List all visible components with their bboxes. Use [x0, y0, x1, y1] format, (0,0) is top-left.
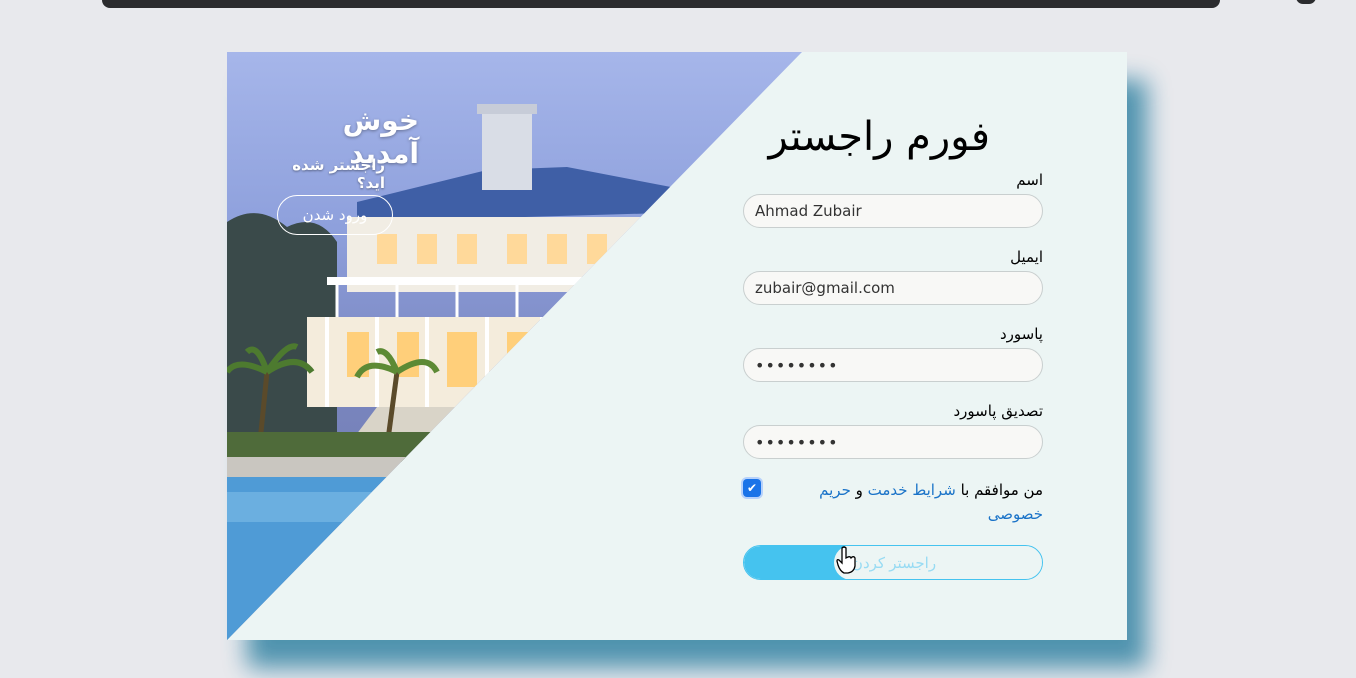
- register-card: خوش آمدید راجستر شده اید؟ ورود شدن فورم …: [227, 52, 1127, 640]
- login-button[interactable]: ورود شدن: [277, 195, 393, 235]
- terms-link[interactable]: شرایط خدمت: [868, 481, 956, 499]
- check-icon: ✔: [746, 481, 758, 495]
- agree-and: و: [855, 481, 863, 499]
- form-title: فورم راجستر: [768, 114, 990, 160]
- agree-checkbox[interactable]: ✔: [743, 479, 761, 497]
- confirm-password-label: تصدیق پاسورد: [953, 402, 1044, 420]
- agree-prefix: من موافقم با: [960, 481, 1043, 499]
- browser-button: [1296, 0, 1316, 4]
- confirm-password-input[interactable]: [743, 425, 1043, 459]
- email-label: ایمیل: [1010, 248, 1043, 266]
- welcome-subtitle: راجستر شده اید؟: [292, 156, 385, 192]
- register-button-label: راجستر کردن: [851, 554, 937, 572]
- name-label: اسم: [1016, 171, 1043, 189]
- browser-chrome: [0, 0, 1356, 12]
- hand-pointer-icon: [836, 546, 856, 574]
- password-label: پاسورد: [1000, 325, 1043, 343]
- email-input[interactable]: [743, 271, 1043, 305]
- browser-address-bar: [102, 0, 1220, 8]
- name-input[interactable]: [743, 194, 1043, 228]
- terms-agreement: من موافقم با شرایط خدمت و حریم خصوصی: [773, 478, 1043, 526]
- password-input[interactable]: [743, 348, 1043, 382]
- register-form: فورم راجستر اسم ایمیل پاسورد تصدیق پاسور…: [743, 52, 1043, 640]
- register-button[interactable]: راجستر کردن: [743, 545, 1043, 580]
